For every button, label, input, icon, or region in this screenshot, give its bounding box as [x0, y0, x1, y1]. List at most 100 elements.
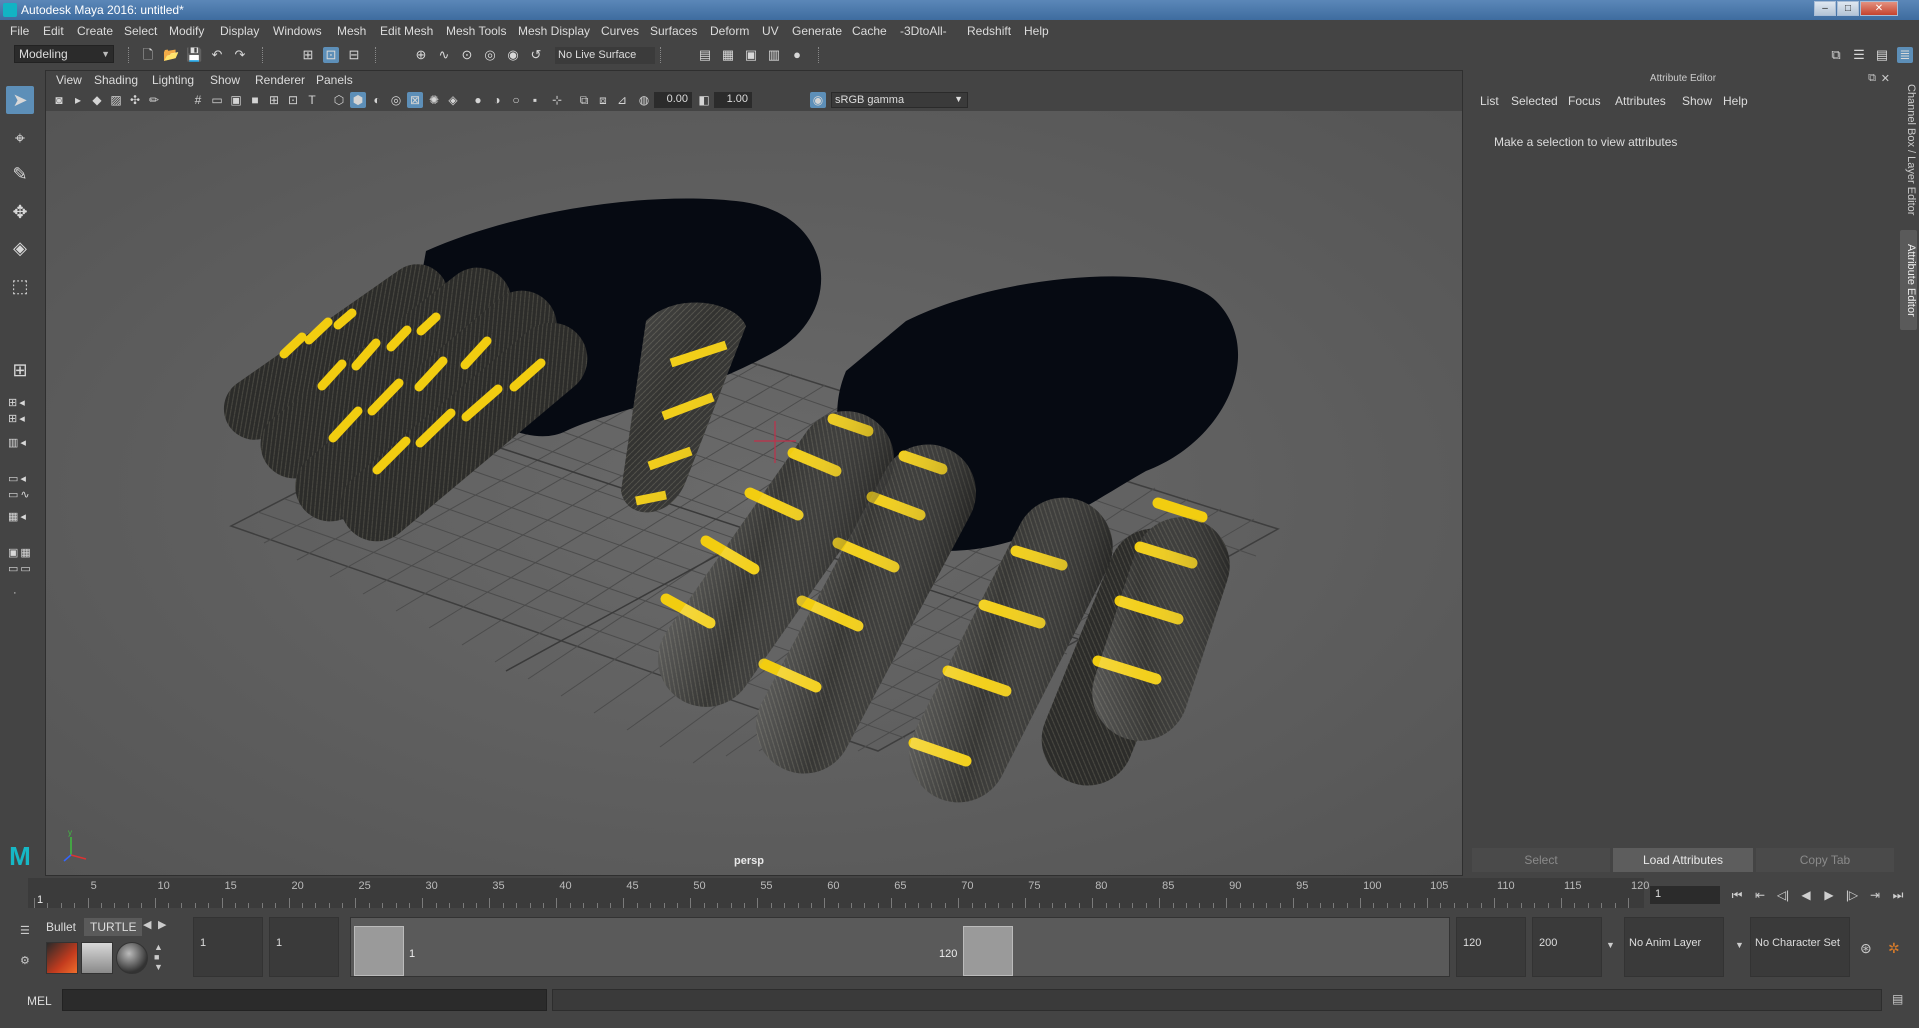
mel-command-input[interactable]	[62, 989, 547, 1011]
play-backwards-icon[interactable]: ◀	[1797, 886, 1815, 904]
menu-file[interactable]: File	[10, 24, 29, 38]
playback-start-field[interactable]: 1	[269, 917, 339, 977]
motion-blur-icon[interactable]: ●	[470, 92, 486, 108]
go-to-end-icon[interactable]: ⏭	[1889, 886, 1907, 904]
ae-menu-help[interactable]: Help	[1723, 94, 1748, 108]
menu-edit-mesh[interactable]: Edit Mesh	[380, 24, 433, 38]
snap-curve-icon[interactable]: ∿	[436, 47, 452, 63]
resolution-gate-icon[interactable]: ▣	[228, 92, 244, 108]
load-attributes-button[interactable]: Load Attributes	[1613, 848, 1753, 872]
smooth-shade-icon[interactable]: ⬢	[350, 92, 366, 108]
snap-grid-icon[interactable]: ⊕	[413, 47, 429, 63]
rotate-tool-icon[interactable]: ◈	[6, 234, 34, 262]
step-back-key-icon[interactable]: ◁|	[1774, 886, 1792, 904]
maximize-button[interactable]: □	[1837, 1, 1859, 16]
save-scene-icon[interactable]: 💾	[186, 47, 202, 63]
ae-menu-attributes[interactable]: Attributes	[1615, 94, 1666, 108]
image-plane-icon[interactable]: ▨	[108, 92, 124, 108]
tab-channel-box-layer-editor[interactable]: Channel Box / Layer Editor	[1900, 80, 1917, 220]
script-editor-icon[interactable]: ▤	[1892, 992, 1903, 1006]
menu-create[interactable]: Create	[77, 24, 113, 38]
four-view-layout-icon[interactable]: ⊞◂	[8, 412, 36, 426]
multisample-aa-icon[interactable]: ◑	[489, 92, 505, 108]
ae-menu-show[interactable]: Show	[1682, 94, 1712, 108]
grease-pencil-icon[interactable]: ✏	[146, 92, 162, 108]
four-view-layout-icon[interactable]: ⊞◂	[8, 396, 36, 410]
snap-point-icon[interactable]: ⊙	[459, 47, 475, 63]
redo-icon[interactable]: ↷	[232, 47, 248, 63]
safe-title-icon[interactable]: T	[304, 92, 320, 108]
shadows-icon[interactable]: ✺	[426, 92, 442, 108]
shelf-tab-turtle[interactable]: TURTLE	[84, 918, 143, 936]
grid-icon[interactable]: #	[190, 92, 206, 108]
menu-display[interactable]: Display	[220, 24, 259, 38]
tab-attribute-editor[interactable]: Attribute Editor	[1900, 230, 1917, 330]
copy-tab-button[interactable]: Copy Tab	[1756, 848, 1894, 872]
snap-pivot-icon[interactable]: ↺	[528, 47, 544, 63]
menu-mesh-tools[interactable]: Mesh Tools	[446, 24, 506, 38]
xray-icon[interactable]: ⊹	[549, 92, 565, 108]
close-icon[interactable]: ✕	[1881, 72, 1890, 85]
gamma-field[interactable]: 1.00	[714, 92, 752, 108]
panel-menu-panels[interactable]: Panels	[316, 73, 353, 87]
safe-action-icon[interactable]: ⊡	[285, 92, 301, 108]
layout-options-icon[interactable]: ·	[8, 586, 36, 600]
menu-curves[interactable]: Curves	[601, 24, 639, 38]
channel-box-toggle-icon[interactable]: ≣	[1897, 47, 1913, 63]
view-transform-dropdown[interactable]: sRGB gamma ▼	[831, 92, 968, 108]
select-object-icon[interactable]: ⊡	[323, 47, 339, 63]
wireframe-icon[interactable]: ⬡	[331, 92, 347, 108]
camera-icon[interactable]: ◙	[51, 92, 67, 108]
open-scene-icon[interactable]: 📂	[163, 47, 179, 63]
panel-menu-renderer[interactable]: Renderer	[255, 73, 305, 87]
render-view-icon[interactable]: ▦	[720, 47, 736, 63]
animation-preferences-icon[interactable]: ✲	[1888, 940, 1900, 957]
animation-end-field[interactable]: 200	[1532, 917, 1602, 977]
menu-3dtoall[interactable]: -3DtoAll-	[900, 24, 947, 38]
panel-menu-show[interactable]: Show	[210, 73, 240, 87]
menu-edit[interactable]: Edit	[43, 24, 64, 38]
current-frame-field[interactable]: 1	[1650, 886, 1720, 904]
shelf-scroll-left-icon[interactable]: ◀	[143, 918, 151, 931]
shelf-tab-bullet[interactable]: Bullet	[40, 918, 82, 936]
persp-outliner-layout-icon[interactable]: ▭▭	[8, 562, 36, 576]
menu-redshift[interactable]: Redshift	[967, 24, 1011, 38]
xray-joints-icon[interactable]: ⧉	[576, 92, 592, 108]
viewport-3d-scene[interactable]: y	[46, 111, 1463, 876]
exposure-field[interactable]: 0.00	[654, 92, 692, 108]
workspace-icon[interactable]: ⧉	[1828, 47, 1844, 63]
camera-attributes-icon[interactable]: ▸	[70, 92, 86, 108]
menu-mesh[interactable]: Mesh	[337, 24, 366, 38]
ae-menu-selected[interactable]: Selected	[1511, 94, 1558, 108]
turtle-baking-icon[interactable]	[81, 942, 113, 974]
playback-end-field[interactable]: 120	[1456, 917, 1526, 977]
layout-icon[interactable]: ☰	[1851, 47, 1867, 63]
minimize-button[interactable]: –	[1814, 1, 1836, 16]
ipr-render-icon[interactable]: ▥	[766, 47, 782, 63]
color-management-icon[interactable]: ◉	[810, 92, 826, 108]
step-forward-frame-icon[interactable]: ⇥	[1866, 886, 1884, 904]
range-start-handle[interactable]	[354, 926, 404, 976]
menu-modify[interactable]: Modify	[169, 24, 204, 38]
menu-windows[interactable]: Windows	[273, 24, 322, 38]
anim-layer-dropdown[interactable]: No Anim Layer	[1624, 917, 1724, 977]
ae-menu-focus[interactable]: Focus	[1568, 94, 1601, 108]
select-component-icon[interactable]: ⊟	[346, 47, 362, 63]
field-chart-icon[interactable]: ⊞	[266, 92, 282, 108]
panel-menu-lighting[interactable]: Lighting	[152, 73, 194, 87]
turtle-surface-icon[interactable]	[116, 942, 148, 974]
menu-select[interactable]: Select	[124, 24, 157, 38]
2d-pan-zoom-icon[interactable]: ✣	[127, 92, 143, 108]
go-to-start-icon[interactable]: ⏮	[1728, 886, 1746, 904]
shelf-settings-icon[interactable]: ⚙	[20, 954, 34, 967]
auto-key-icon[interactable]: ⊛	[1860, 940, 1872, 957]
bookmark-icon[interactable]: ◆	[89, 92, 105, 108]
lasso-tool-icon[interactable]: ⌖	[6, 124, 34, 152]
single-perspective-layout-icon[interactable]: ⊞	[6, 356, 34, 384]
screen-space-ao-icon[interactable]: ◈	[445, 92, 461, 108]
chevron-down-icon[interactable]: ▼	[1735, 940, 1744, 950]
panel-menu-shading[interactable]: Shading	[94, 73, 138, 87]
depth-of-field-icon[interactable]: ○	[508, 92, 524, 108]
isolate-select-icon[interactable]: ▪	[527, 92, 543, 108]
ae-menu-list[interactable]: List	[1480, 94, 1499, 108]
